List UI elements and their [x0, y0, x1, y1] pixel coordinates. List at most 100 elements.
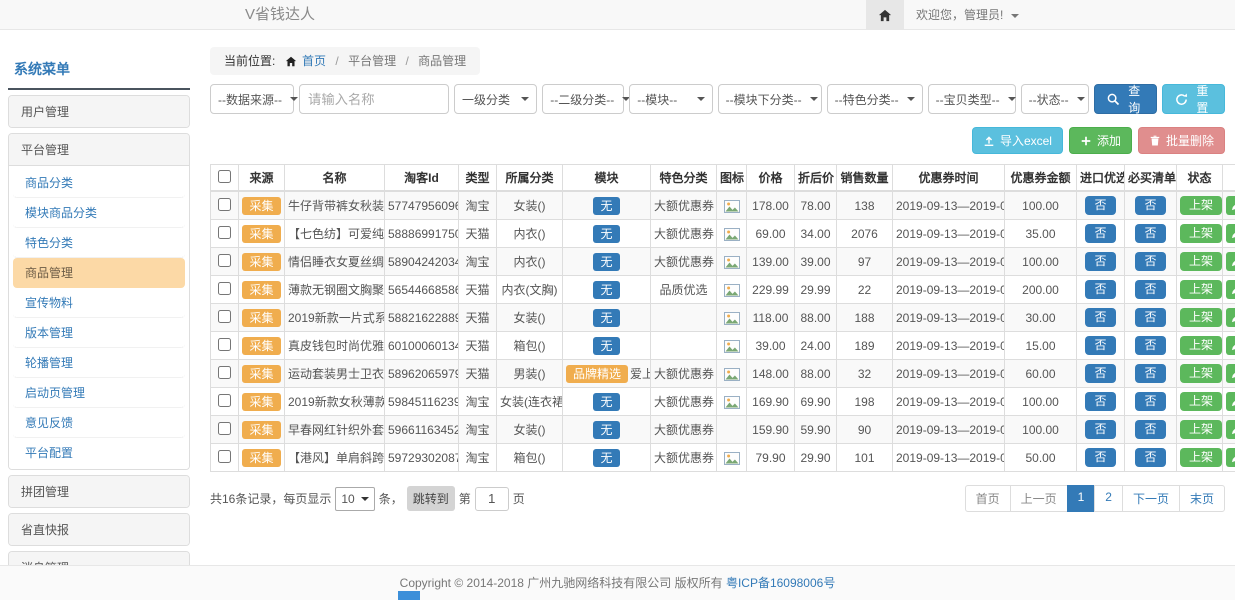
row-checkbox[interactable]: [218, 254, 231, 267]
reset-button[interactable]: 重置: [1162, 84, 1225, 114]
type-cell: 天猫: [459, 360, 497, 388]
page-button[interactable]: 2: [1094, 485, 1123, 512]
page-size-select[interactable]: 10: [335, 487, 374, 511]
status-badge[interactable]: 上架: [1180, 280, 1222, 299]
edit-button[interactable]: [1226, 224, 1235, 243]
feature-cell: 大额优惠券: [651, 360, 717, 388]
status-badge[interactable]: 上架: [1180, 224, 1222, 243]
row-checkbox[interactable]: [218, 338, 231, 351]
filter-select[interactable]: --特色分类--: [827, 84, 923, 114]
row-checkbox[interactable]: [218, 422, 231, 435]
import-select-toggle[interactable]: 否: [1085, 420, 1115, 439]
row-checkbox[interactable]: [218, 366, 231, 379]
row-select-cell: [211, 388, 239, 416]
edit-button[interactable]: [1226, 448, 1235, 467]
page-button: 首页: [965, 485, 1011, 512]
status-badge[interactable]: 上架: [1180, 336, 1222, 355]
home-button[interactable]: [866, 0, 904, 30]
must-buy-toggle[interactable]: 否: [1135, 252, 1165, 271]
breadcrumb-home-link[interactable]: 首页: [302, 54, 326, 68]
page-button[interactable]: 末页: [1179, 485, 1225, 512]
row-checkbox[interactable]: [218, 282, 231, 295]
must-buy-toggle[interactable]: 否: [1135, 196, 1165, 215]
edit-button[interactable]: [1226, 252, 1235, 271]
sidebar-item[interactable]: 商品管理: [13, 258, 185, 288]
sidebar-item[interactable]: 版本管理: [13, 318, 185, 348]
status-badge[interactable]: 上架: [1180, 420, 1222, 439]
edit-button[interactable]: [1226, 420, 1235, 439]
status-badge[interactable]: 上架: [1180, 392, 1222, 411]
sidebar-item[interactable]: 启动页管理: [13, 378, 185, 408]
sidebar-group-header[interactable]: 消息管理: [9, 552, 189, 565]
sidebar-group-header[interactable]: 平台管理: [9, 134, 189, 166]
page-button[interactable]: 1: [1067, 485, 1096, 512]
sidebar-item[interactable]: 宣传物料: [13, 288, 185, 318]
sidebar-item[interactable]: 模块商品分类: [13, 198, 185, 228]
user-menu[interactable]: 欢迎您，管理员!: [916, 0, 1019, 30]
status-badge[interactable]: 上架: [1180, 252, 1222, 271]
row-checkbox[interactable]: [218, 310, 231, 323]
filter-select[interactable]: 一级分类: [454, 84, 537, 114]
filter-select[interactable]: --模块--: [629, 84, 712, 114]
sidebar-group-header[interactable]: 拼团管理: [9, 476, 189, 507]
search-button[interactable]: 查询: [1094, 84, 1157, 114]
source-badge: 采集: [242, 393, 280, 411]
must-buy-toggle[interactable]: 否: [1135, 280, 1165, 299]
must-buy-toggle[interactable]: 否: [1135, 308, 1165, 327]
must-buy-toggle[interactable]: 否: [1135, 224, 1165, 243]
status-badge[interactable]: 上架: [1180, 308, 1222, 327]
must-buy-toggle[interactable]: 否: [1135, 392, 1165, 411]
sidebar-group-header[interactable]: 省直快报: [9, 514, 189, 545]
batch-delete-button[interactable]: 批量删除: [1138, 127, 1225, 154]
icp-link[interactable]: 粤ICP备16098006号: [726, 576, 835, 590]
must-buy-toggle[interactable]: 否: [1135, 336, 1165, 355]
select-all-checkbox[interactable]: [218, 170, 231, 183]
import-select-toggle[interactable]: 否: [1085, 448, 1115, 467]
import-excel-button[interactable]: 导入excel: [972, 127, 1063, 154]
import-select-toggle[interactable]: 否: [1085, 252, 1115, 271]
product-name-cell: 真皮钱包时尚优雅女士...: [285, 332, 385, 360]
import-select-toggle[interactable]: 否: [1085, 364, 1115, 383]
name-search-input[interactable]: [299, 84, 449, 114]
import-select-toggle[interactable]: 否: [1085, 336, 1115, 355]
import-select-toggle[interactable]: 否: [1085, 280, 1115, 299]
row-checkbox[interactable]: [218, 226, 231, 239]
page-button[interactable]: 下一页: [1122, 485, 1180, 512]
filter-select[interactable]: --模块下分类--: [718, 84, 822, 114]
edit-button[interactable]: [1226, 280, 1235, 299]
import-select-toggle[interactable]: 否: [1085, 308, 1115, 327]
filter-select[interactable]: --宝贝类型--: [928, 84, 1016, 114]
status-badge[interactable]: 上架: [1180, 196, 1222, 215]
source-cell: 采集: [239, 220, 285, 248]
row-checkbox[interactable]: [218, 394, 231, 407]
jump-button[interactable]: 跳转到: [407, 486, 455, 511]
import-select-toggle[interactable]: 否: [1085, 224, 1115, 243]
import-select-toggle[interactable]: 否: [1085, 196, 1115, 215]
edit-button[interactable]: [1226, 308, 1235, 327]
status-badge[interactable]: 上架: [1180, 364, 1222, 383]
edit-button[interactable]: [1226, 392, 1235, 411]
coupon-time-cell: 2019-09-13—2019-09-19: [893, 304, 1005, 332]
sidebar-group-header[interactable]: 用户管理: [9, 96, 189, 127]
add-button[interactable]: 添加: [1069, 127, 1132, 154]
taoke-id-cell: 601000601341: [385, 332, 459, 360]
must-buy-toggle[interactable]: 否: [1135, 448, 1165, 467]
edit-button[interactable]: [1226, 196, 1235, 215]
filter-select[interactable]: --二级分类--: [542, 84, 624, 114]
jump-page-input[interactable]: [475, 487, 509, 511]
filter-select[interactable]: --数据来源--: [210, 84, 294, 114]
must-buy-toggle[interactable]: 否: [1135, 420, 1165, 439]
sidebar-item[interactable]: 轮播管理: [13, 348, 185, 378]
sidebar-item[interactable]: 商品分类: [13, 168, 185, 198]
import-select-toggle[interactable]: 否: [1085, 392, 1115, 411]
edit-button[interactable]: [1226, 336, 1235, 355]
sidebar-item[interactable]: 平台配置: [13, 438, 185, 467]
filter-select[interactable]: --状态--: [1021, 84, 1089, 114]
must-buy-toggle[interactable]: 否: [1135, 364, 1165, 383]
row-checkbox[interactable]: [218, 450, 231, 463]
sidebar-item[interactable]: 意见反馈: [13, 408, 185, 438]
edit-button[interactable]: [1226, 364, 1235, 383]
row-checkbox[interactable]: [218, 198, 231, 211]
status-badge[interactable]: 上架: [1180, 448, 1222, 467]
sidebar-item[interactable]: 特色分类: [13, 228, 185, 258]
